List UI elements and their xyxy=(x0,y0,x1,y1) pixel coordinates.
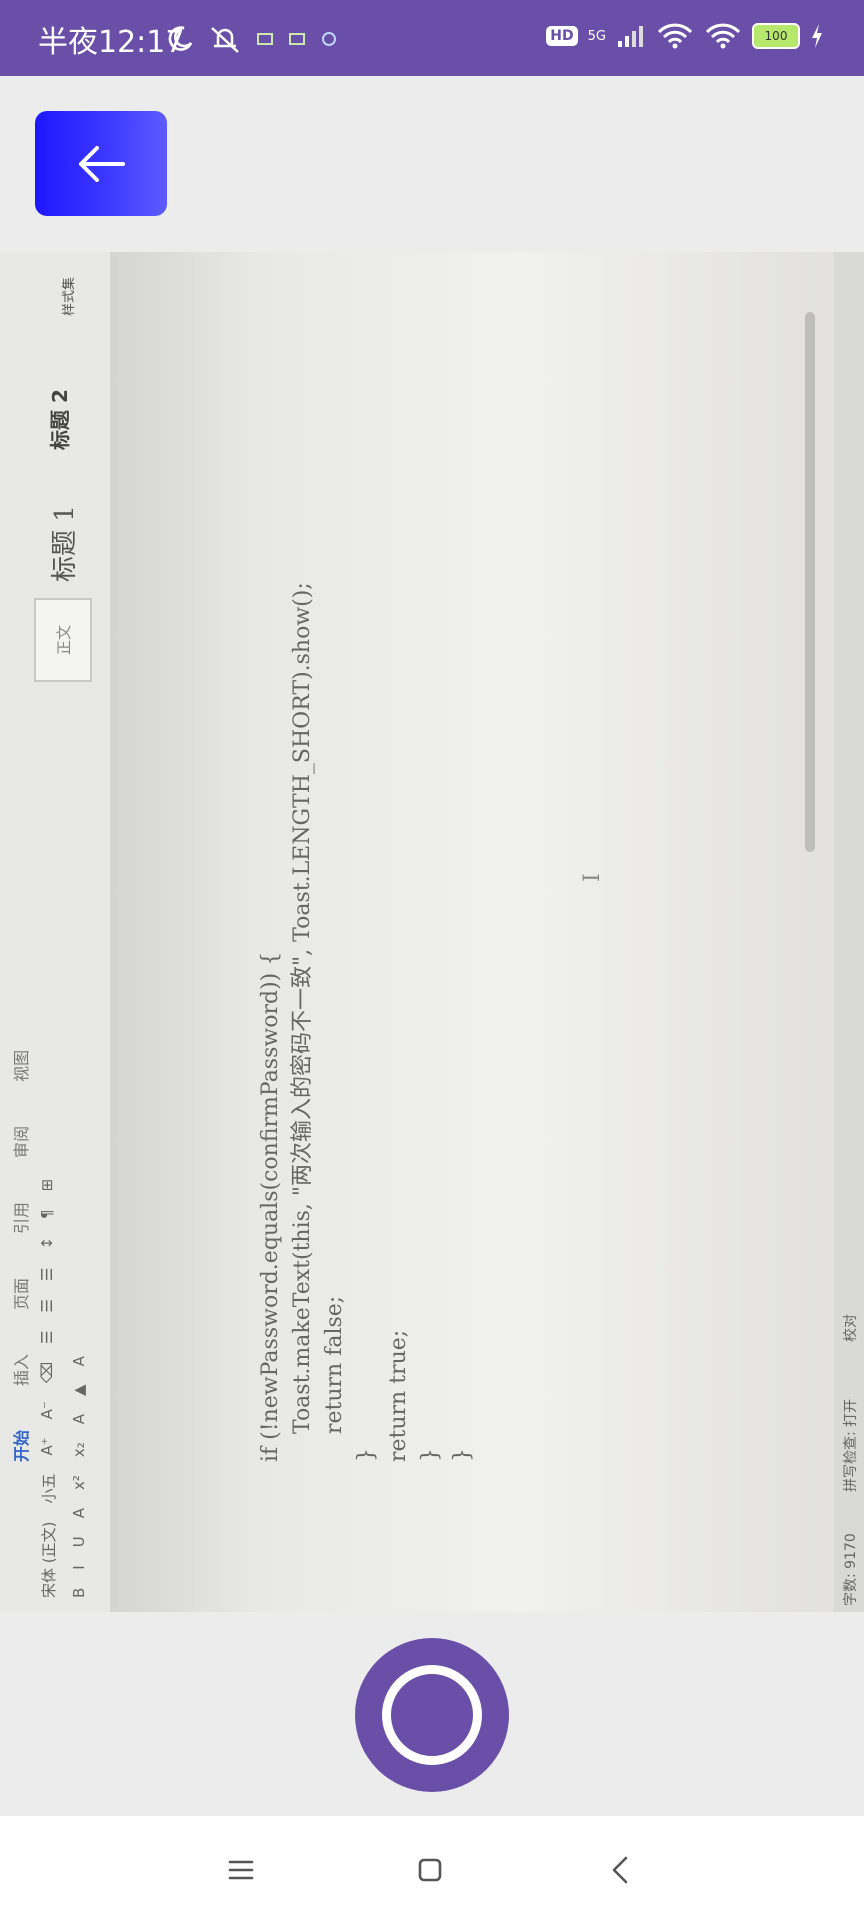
doc-code-line: return true; xyxy=(386,1329,411,1462)
doc-text-cursor: I xyxy=(580,873,605,882)
doc-ribbon-tool: ↕ xyxy=(38,1236,56,1250)
wifi-icon xyxy=(657,23,693,49)
doc-font-name: 宋体 (正文) xyxy=(40,1521,58,1598)
doc-style-heading2: 标题 2 xyxy=(48,389,72,450)
battery-icon: 100 xyxy=(752,23,800,49)
doc-ribbon-tool: I xyxy=(70,1565,88,1570)
nav-home-button[interactable] xyxy=(410,1850,450,1890)
nav-back-button[interactable] xyxy=(600,1850,640,1890)
arrow-left-icon xyxy=(79,145,125,182)
status-time: 半夜12:17 xyxy=(38,25,185,60)
photographed-document: 开始 插入 页面 引用 审阅 视图 宋体 (正文) 小五 A⁺ A⁻ ⌫ ☰ ☰… xyxy=(0,252,864,1612)
doc-tab: 审阅 xyxy=(12,1125,31,1158)
doc-ribbon-tool: A⁻ xyxy=(38,1401,56,1420)
doc-spell-check: 拼写检查: 打开 xyxy=(843,1398,859,1492)
nav-menu-button[interactable] xyxy=(221,1850,261,1890)
doc-ribbon-tool: A⁺ xyxy=(38,1437,56,1456)
doc-tab: 视图 xyxy=(12,1049,31,1082)
back-button[interactable] xyxy=(35,111,167,216)
mute-bell-icon xyxy=(211,27,239,53)
camera-preview: 开始 插入 页面 引用 审阅 视图 宋体 (正文) 小五 A⁺ A⁻ ⌫ ☰ ☰… xyxy=(0,252,864,1612)
doc-ribbon-tool: U xyxy=(70,1536,88,1548)
doc-tab: 页面 xyxy=(12,1277,31,1310)
app-notification-icon xyxy=(257,33,273,45)
system-nav-bar xyxy=(0,1816,864,1920)
doc-ribbon-tool: A xyxy=(70,1356,88,1367)
doc-ribbon-tool: ☰ xyxy=(38,1267,56,1281)
menu-icon xyxy=(228,1860,254,1880)
signal-icon xyxy=(618,26,643,47)
doc-code-line: if (!newPassword.equals(confirmPassword)… xyxy=(258,951,283,1462)
doc-code-line: Toast.makeText(this, "两次输入的密码不一致", Toast… xyxy=(290,582,315,1462)
doc-code-line: } xyxy=(418,1448,443,1462)
status-bar: 半夜12:17 HD 5G 100 xyxy=(0,0,864,76)
wifi-icon xyxy=(705,23,741,49)
shutter-ring-icon xyxy=(382,1665,482,1765)
doc-code-line: } xyxy=(450,1448,475,1462)
doc-font-size: 小五 xyxy=(40,1473,58,1504)
doc-code-block: if (!newPassword.equals(confirmPassword)… xyxy=(255,582,479,1462)
doc-tab: 引用 xyxy=(12,1201,31,1234)
hd-badge: HD xyxy=(546,26,578,46)
doc-ribbon-tool: B xyxy=(70,1587,88,1598)
doc-ribbon-tool: ☰ xyxy=(38,1330,56,1344)
doc-style-normal: 正文 xyxy=(34,598,92,682)
moon-icon xyxy=(168,26,193,51)
doc-code-line: return false; xyxy=(322,1295,347,1462)
battery-level: 100 xyxy=(764,29,788,43)
status-system-icons: HD 5G 100 xyxy=(546,22,824,50)
status-notification-icons xyxy=(166,24,338,54)
doc-scrollbar xyxy=(805,312,815,852)
app-notification-icon xyxy=(322,32,336,46)
doc-code-line: } xyxy=(354,1448,379,1462)
app-notification-icon xyxy=(289,33,305,45)
doc-ribbon-tool: ▲ xyxy=(70,1384,88,1396)
home-icon xyxy=(418,1858,442,1882)
doc-ribbon-tool: ⊞ xyxy=(38,1178,56,1192)
doc-ribbon-tool: A xyxy=(70,1508,88,1519)
doc-style-heading1: 标题 1 xyxy=(50,505,80,582)
doc-word-count: 字数: 9170 xyxy=(843,1533,859,1606)
doc-statusbar: 字数: 9170 拼写检查: 打开 校对 xyxy=(834,252,864,1612)
doc-ribbon: 开始 插入 页面 引用 审阅 视图 宋体 (正文) 小五 A⁺ A⁻ ⌫ ☰ ☰… xyxy=(0,252,111,1612)
doc-style-set: 样式集 xyxy=(62,276,77,316)
doc-ribbon-tool: x₂ xyxy=(70,1442,88,1458)
doc-tab: 开始 xyxy=(12,1429,31,1462)
doc-tab: 插入 xyxy=(12,1353,31,1386)
doc-ribbon-format-row: B I U A x² x₂ A ▲ A xyxy=(70,1356,88,1598)
charging-icon xyxy=(812,24,822,48)
doc-ribbon-tool: x² xyxy=(70,1475,88,1491)
doc-ribbon-tool: ☰ xyxy=(38,1299,56,1313)
doc-ribbon-tool: A xyxy=(70,1413,88,1425)
chevron-left-icon xyxy=(612,1856,628,1884)
doc-proof: 校对 xyxy=(843,1314,859,1342)
doc-ribbon-tool: ¶ xyxy=(38,1209,56,1219)
doc-ribbon-font-row: 宋体 (正文) 小五 A⁺ A⁻ ⌫ ☰ ☰ ☰ ↕ ¶ ⊞ xyxy=(38,1179,59,1598)
doc-ribbon-tabs: 开始 插入 页面 引用 审阅 视图 xyxy=(8,1050,32,1462)
network-label: 5G xyxy=(587,28,606,44)
doc-ribbon-tool: ⌫ xyxy=(38,1361,56,1384)
shutter-button[interactable] xyxy=(355,1638,509,1792)
